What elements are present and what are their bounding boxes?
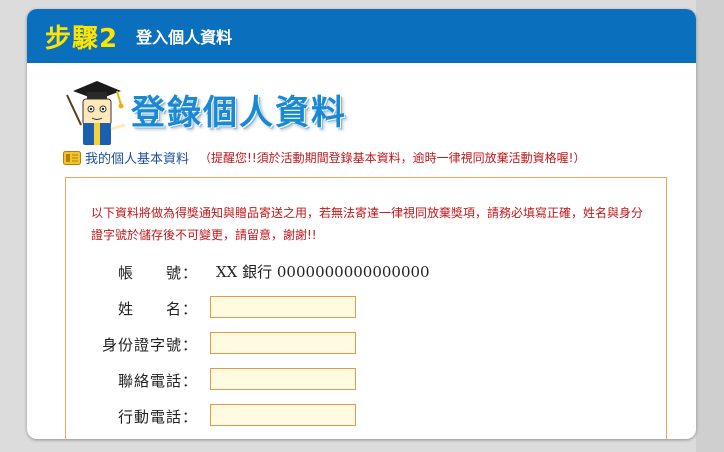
section-reminder: （提醒您!!須於活動期間登錄基本資料，逾時一律視同放棄活動資格喔!） — [199, 151, 586, 165]
step-label: 步驟2 — [45, 23, 119, 54]
step-header: 步驟2 登入個人資料 — [27, 9, 696, 63]
phone-input[interactable] — [210, 368, 356, 390]
section-title: 我的個人基本資料 — [85, 152, 190, 167]
mobile-input[interactable] — [210, 404, 356, 426]
section-heading: 我的個人基本資料 （提醒您!!須於活動期間登錄基本資料，逾時一律視同放棄活動資格… — [63, 148, 585, 167]
id-card-icon — [63, 150, 81, 165]
mobile-label: 行動電話： — [117, 408, 198, 426]
id-number-label: 身份證字號： — [101, 336, 198, 354]
registration-panel: 步驟2 登入個人資料 登錄個人資料 我的個人基本資料 （提醒您!!須於活動期間登… — [27, 9, 696, 439]
hero-banner: 登錄個人資料 — [61, 73, 381, 148]
graduate-mascot-icon — [66, 81, 126, 145]
phone-label: 聯絡電話： — [117, 372, 198, 390]
hero-title: 登錄個人資料 — [131, 93, 347, 133]
page-edge-shadow — [696, 0, 724, 452]
step-title: 登入個人資料 — [136, 28, 233, 47]
personal-info-form: 以下資料將做為得獎通知與贈品寄送之用，若無法寄達一律視同放棄獎項，請務必填寫正確… — [65, 177, 667, 439]
form-notice: 以下資料將做為得獎通知與贈品寄送之用，若無法寄達一律視同放棄獎項，請務必填寫正確… — [91, 206, 644, 242]
name-label: 姓 名： — [117, 300, 198, 318]
account-label: 帳 號： — [117, 264, 198, 282]
account-value: XX 銀行 0000000000000000 — [216, 263, 430, 281]
id-number-input[interactable] — [210, 332, 356, 354]
name-input[interactable] — [210, 296, 356, 318]
